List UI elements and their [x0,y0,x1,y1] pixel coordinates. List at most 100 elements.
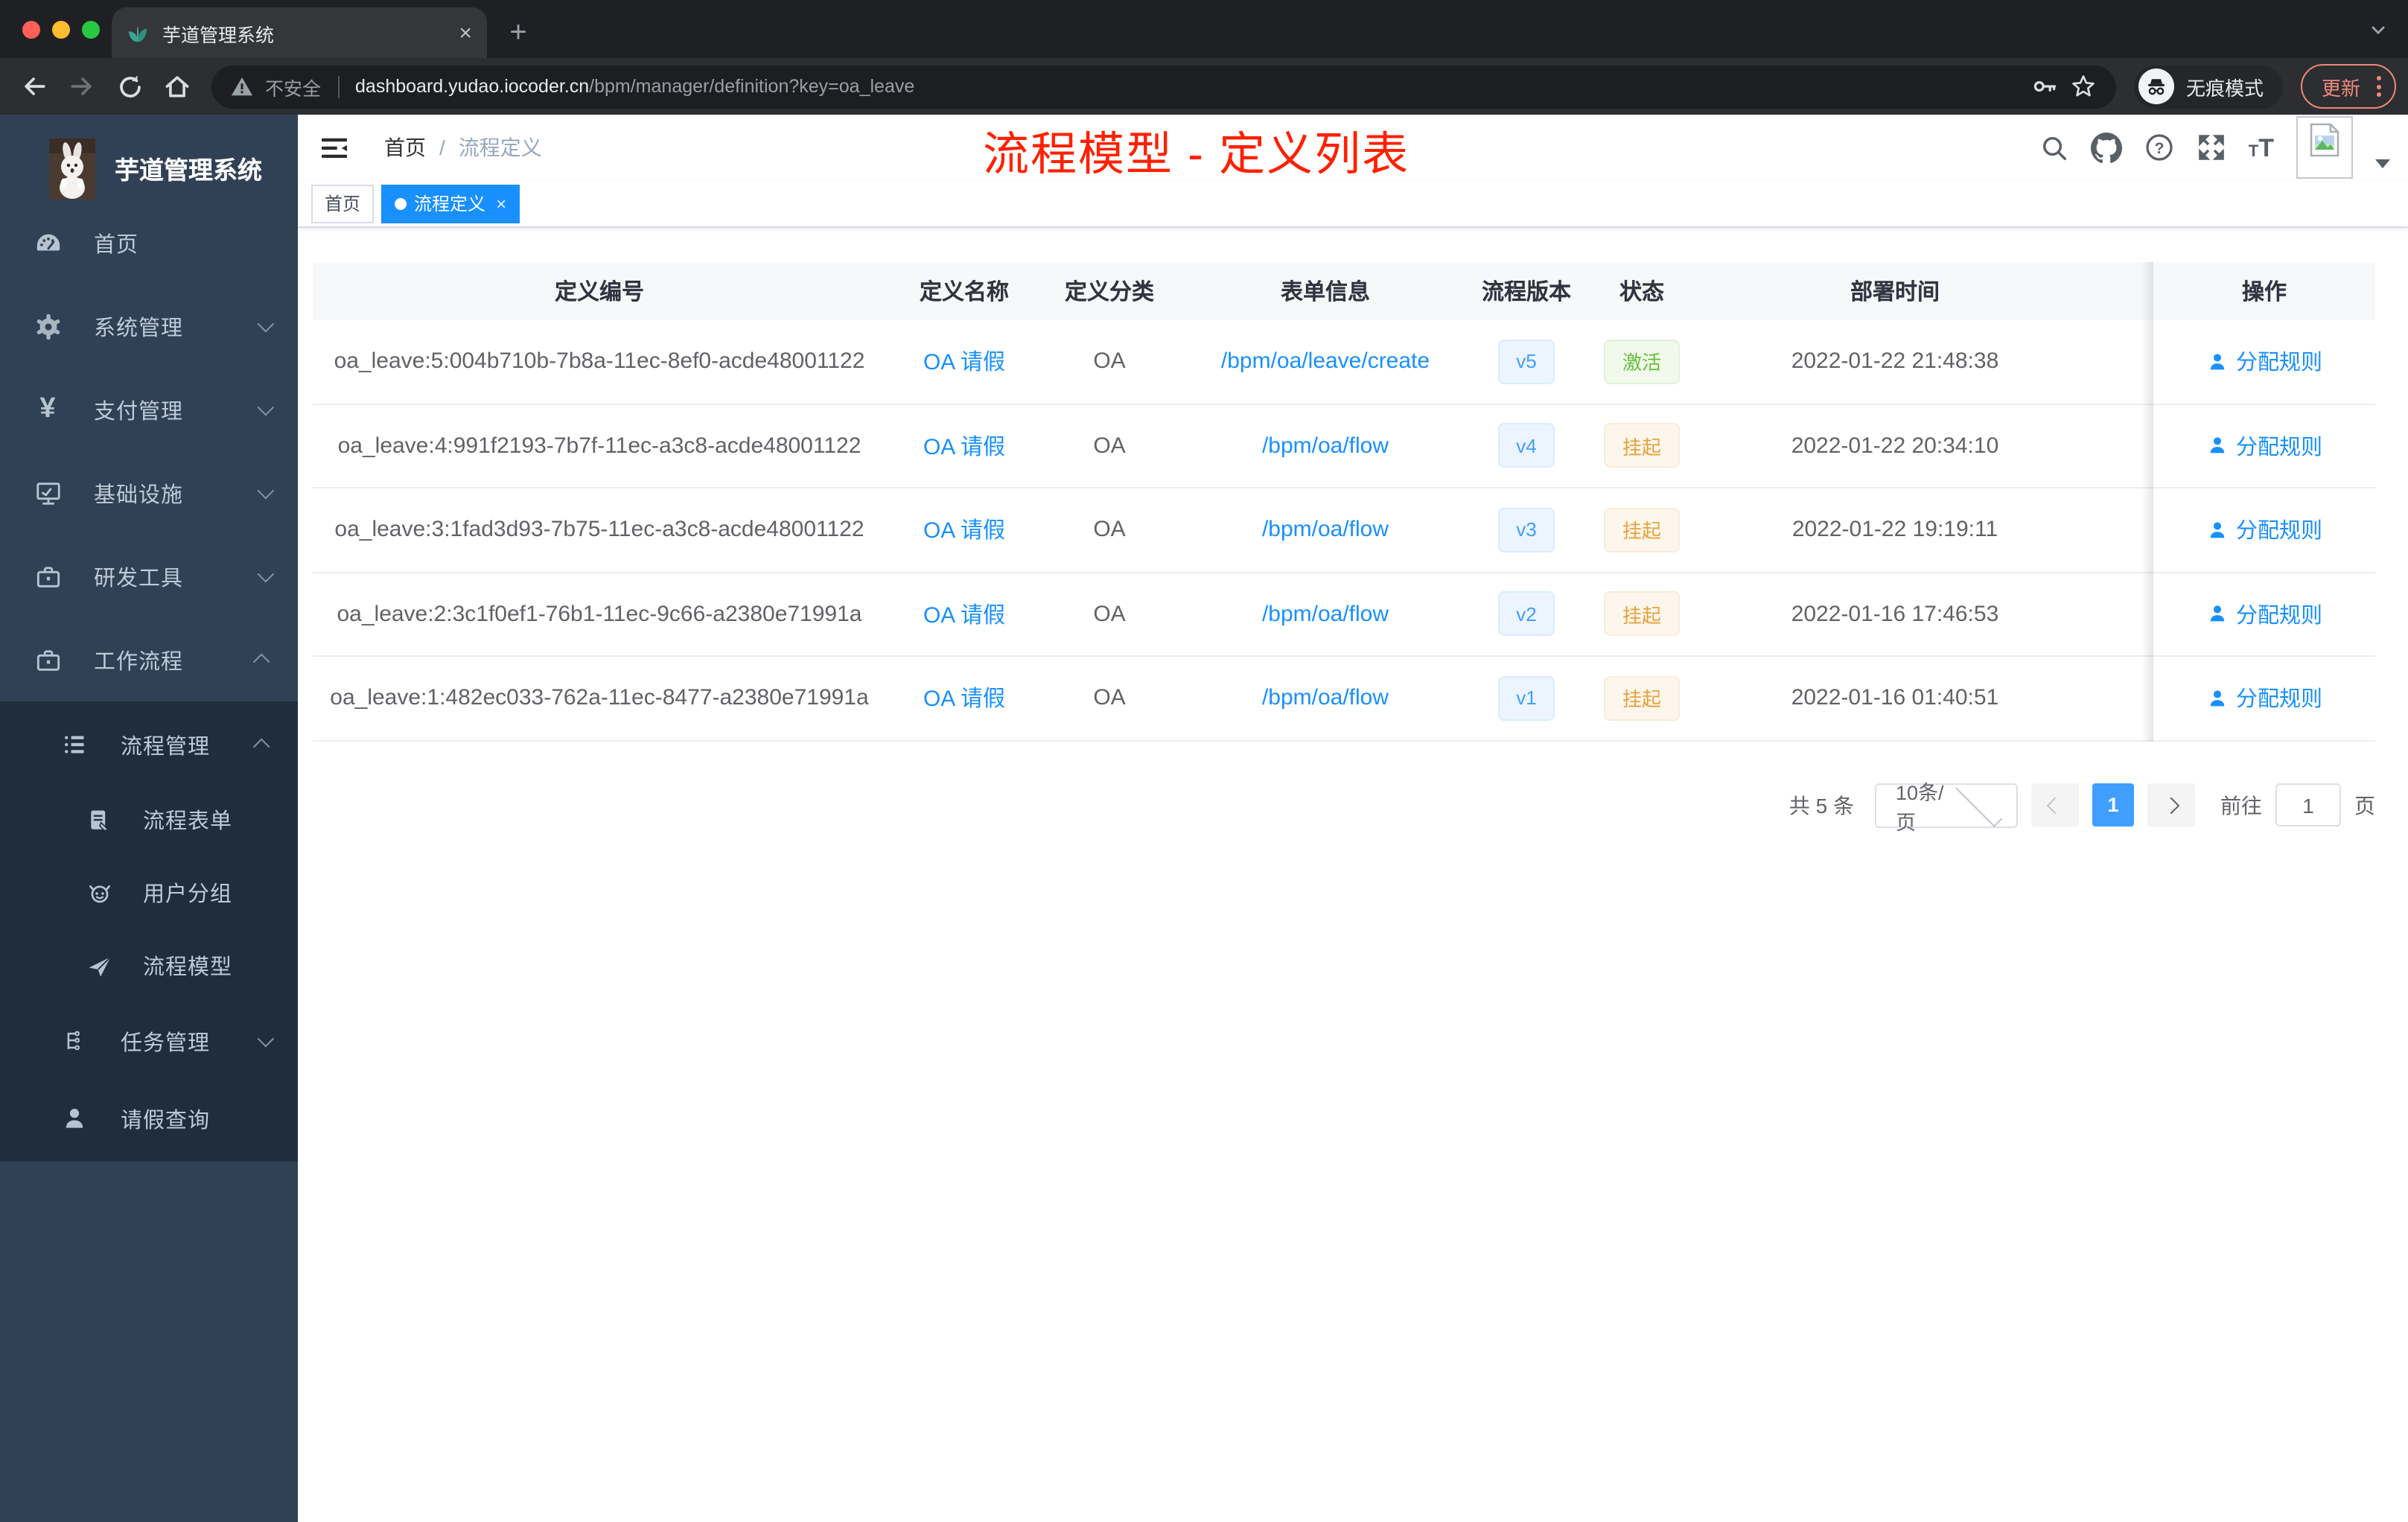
tab-search-chevron-icon[interactable] [2369,19,2387,46]
breadcrumb: 首页 / 流程定义 [384,133,542,162]
assign-rule-button[interactable]: 分配规则 [2206,430,2322,461]
sidebar-item-user-group[interactable]: 用户分组 [0,856,298,929]
dashboard-icon [33,229,63,257]
browser-update-button[interactable]: 更新 [2300,64,2396,109]
font-size-icon[interactable]: TT [2249,135,2274,160]
version-tag: v3 [1498,507,1555,553]
sidebar-item-label: 用户分组 [143,883,232,907]
prev-page-button[interactable] [2031,783,2079,827]
key-icon[interactable] [2031,73,2058,100]
cell-deploy-time: 2022-01-22 21:48:38 [1791,348,1999,375]
reload-icon[interactable] [107,64,152,109]
next-page-button[interactable] [2147,783,2195,827]
cell-definition-id: oa_leave:4:991f2193-7b7f-11ec-a3c8-acde4… [337,433,861,459]
cell-deploy-time: 2022-01-16 01:40:51 [1791,685,1999,711]
url-divider [337,75,340,98]
sidebar-item-workflow[interactable]: 工作流程 [0,618,298,701]
sidebar-item-infra[interactable]: 基础设施 [0,451,298,535]
form-link[interactable]: /bpm/oa/flow [1262,518,1389,543]
github-icon[interactable] [2090,132,2122,163]
close-window-button[interactable] [22,21,40,39]
assign-rule-button[interactable]: 分配规则 [2206,514,2322,545]
sidebar-item-label: 工作流程 [94,650,183,674]
form-link[interactable]: /bpm/oa/flow [1262,433,1389,459]
page-unit-label: 页 [2354,793,2375,817]
svg-text:?: ? [2154,140,2164,157]
update-label[interactable]: 更新 [2322,72,2360,101]
minimize-window-button[interactable] [52,21,70,39]
user-icon [2209,437,2224,453]
assign-rule-button[interactable]: 分配规则 [2206,346,2322,377]
sidebar-logo[interactable]: 芋道管理系统 [0,115,298,201]
table-row: oa_leave:1:482ec033-762a-11ec-8477-a2380… [313,657,2375,741]
back-icon[interactable] [12,64,57,109]
help-icon[interactable]: ? [2144,133,2174,162]
browser-tab[interactable]: 芋道管理系统 × [112,7,487,58]
incognito-badge[interactable]: 无痕模式 [2133,65,2283,108]
sidebar-item-label: 系统管理 [94,316,183,340]
yen-icon: ¥ [39,393,56,424]
sidebar-item-devtools[interactable]: 研发工具 [0,535,298,618]
bookmark-star-icon[interactable] [2070,73,2097,100]
assign-rule-button[interactable]: 分配规则 [2206,682,2322,713]
tag-home[interactable]: 首页 [311,184,375,223]
home-icon[interactable] [155,64,200,109]
sidebar-item-process-model[interactable]: 流程模型 [0,929,298,1002]
definition-name-link[interactable]: OA 请假 [923,351,1005,376]
cell-category: OA [1093,433,1126,459]
definition-name-link[interactable]: OA 请假 [923,687,1005,713]
assign-rule-label: 分配规则 [2236,688,2322,712]
sidebar-item-payment[interactable]: ¥ 支付管理 [0,368,298,451]
sidebar-item-process-management[interactable]: 流程管理 [0,706,298,783]
main-area: 首页 / 流程定义 流程模型 - 定义列表 ? T T 首页 流程定义 × 定义… [298,115,2408,1522]
status-badge: 挂起 [1604,507,1679,553]
tab-close-icon[interactable]: × [459,22,472,44]
fullscreen-icon[interactable] [2197,133,2226,162]
paper-plane-icon [85,952,115,979]
favicon-seedling-icon [127,22,149,44]
definition-table: 定义编号 定义名称 定义分类 表单信息 流程版本 状态 部署时间 操作 oa_l… [313,262,2375,741]
security-warning-label[interactable]: 不安全 [265,72,321,101]
form-link[interactable]: /bpm/oa/flow [1262,602,1389,627]
zoom-window-button[interactable] [82,21,100,39]
tag-label: 流程定义 [414,194,486,214]
more-menu-icon[interactable] [2377,76,2381,97]
version-tag: v4 [1498,423,1555,468]
chevron-down-icon [257,565,275,583]
cell-deploy-time: 2022-01-22 20:34:10 [1791,433,1999,459]
sidebar-item-leave-query[interactable]: 请假查询 [0,1080,298,1157]
window-controls[interactable] [22,21,100,39]
page-size-value: 10条/页 [1896,781,1944,833]
search-icon[interactable] [2040,133,2068,162]
pagination-total: 共 5 条 [1789,793,1854,817]
page-size-select[interactable]: 10条/页 [1875,779,2018,833]
page-number-current[interactable]: 1 [2092,783,2134,827]
sidebar-item-home[interactable]: 首页 [0,201,298,284]
definition-name-link[interactable]: OA 请假 [923,519,1005,544]
col-definition-name: 定义名称 [919,280,1009,305]
table-row: oa_leave:2:3c1f0ef1-76b1-11ec-9c66-a2380… [313,573,2375,657]
forward-icon[interactable] [60,64,104,109]
sidebar-submenu-workflow: 流程管理 流程表单 用户分组 流程模型 任务管理 请假查询 [0,701,298,1162]
definition-name-link[interactable]: OA 请假 [923,435,1005,460]
pagination: 共 5 条 10条/页 1 前往 1 页 [313,779,2375,833]
sidebar-item-task-management[interactable]: 任务管理 [0,1002,298,1080]
caret-down-icon[interactable] [2375,159,2390,168]
definition-name-link[interactable]: OA 请假 [923,603,1005,628]
person-icon [60,1105,89,1132]
tag-label: 首页 [325,194,361,214]
col-process-version: 流程版本 [1481,280,1571,305]
assign-rule-button[interactable]: 分配规则 [2206,598,2322,629]
new-tab-button[interactable]: + [496,10,541,55]
form-link[interactable]: /bpm/oa/leave/create [1221,349,1430,375]
goto-page-input[interactable]: 1 [2275,783,2341,827]
form-link[interactable]: /bpm/oa/flow [1262,686,1389,711]
url-bar[interactable]: 不安全 dashboard.yudao.iocoder.cn/bpm/manag… [211,65,2116,108]
sidebar-item-process-form[interactable]: 流程表单 [0,783,298,856]
avatar-broken-image[interactable] [2296,116,2353,179]
sidebar-collapse-icon[interactable] [310,124,357,171]
tag-close-icon[interactable]: × [496,193,506,214]
sidebar-item-system[interactable]: 系统管理 [0,284,298,368]
breadcrumb-home[interactable]: 首页 [384,133,426,162]
tag-process-definition[interactable]: 流程定义 × [381,184,520,223]
